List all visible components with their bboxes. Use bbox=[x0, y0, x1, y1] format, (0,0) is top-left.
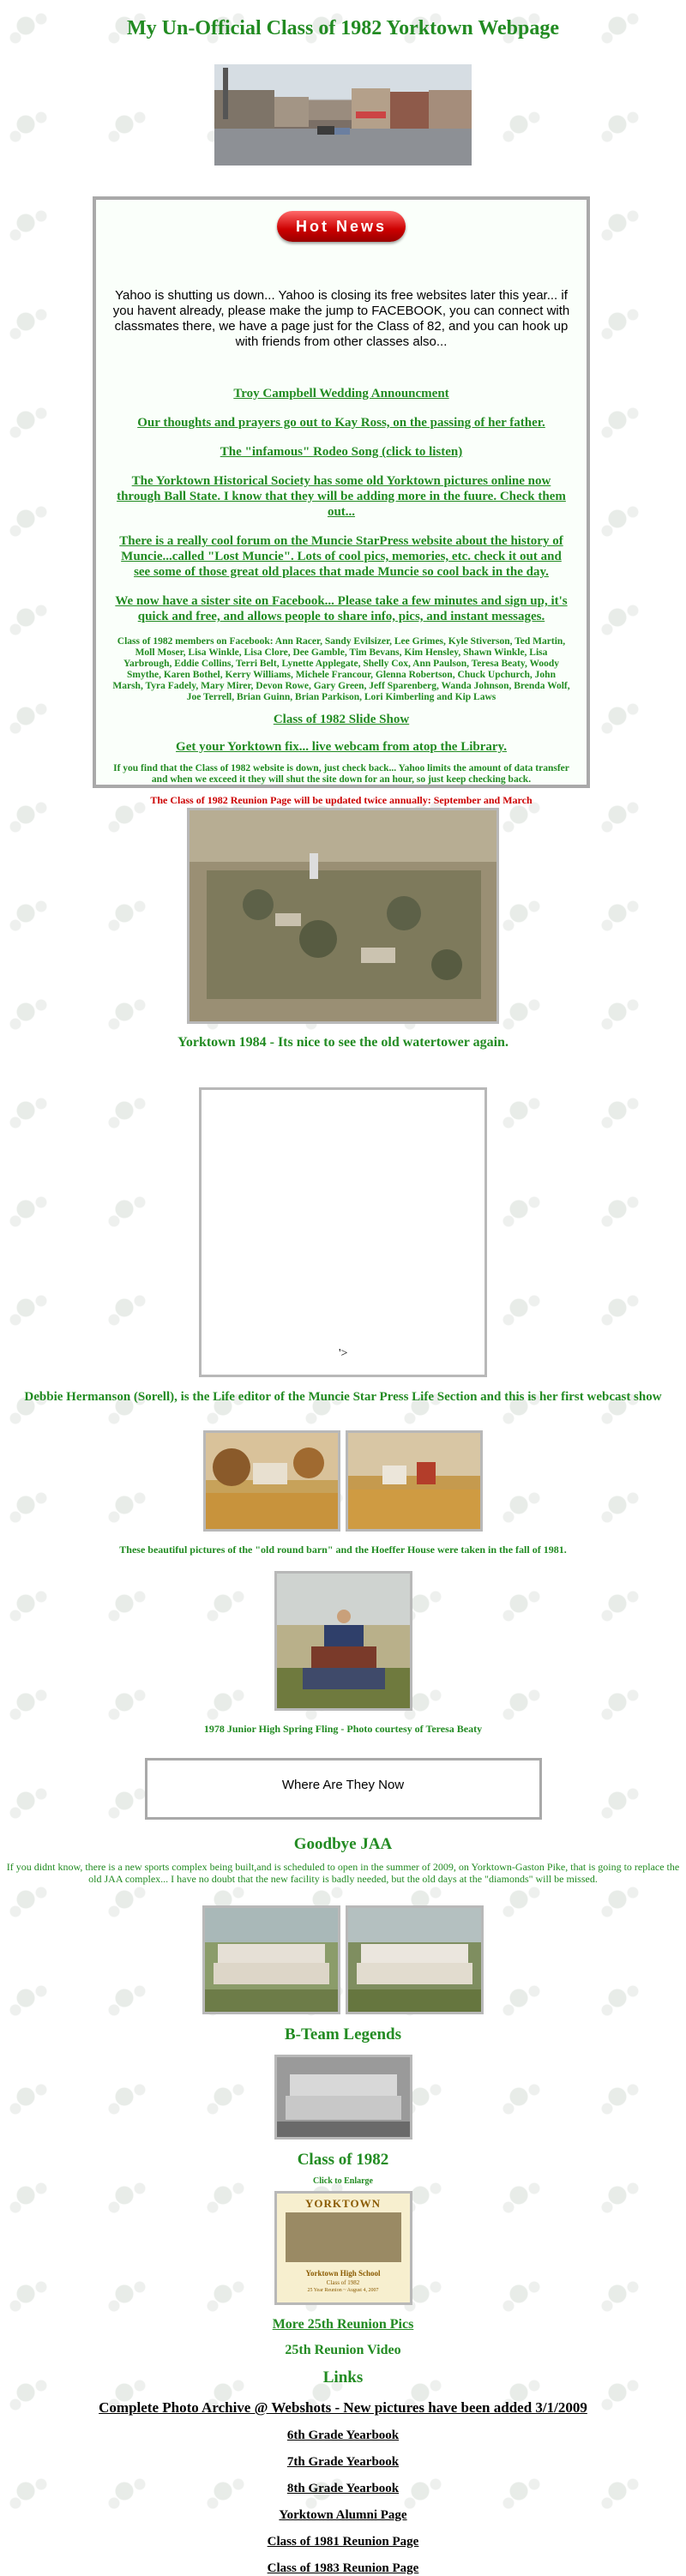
aerial-caption: Yorktown 1984 - Its nice to see the old … bbox=[178, 1035, 508, 1050]
photo-archive-link[interactable]: Complete Photo Archive @ Webshots - New … bbox=[0, 2399, 686, 2417]
reunion-video-label: 25th Reunion Video bbox=[285, 2343, 401, 2357]
webcast-caption: Debbie Hermanson (Sorell), is the Life e… bbox=[24, 1390, 662, 1404]
jaa-heading: Goodbye JAA bbox=[293, 1835, 393, 1853]
more-reunion-pics-link[interactable]: More 25th Reunion Pics bbox=[15, 2317, 671, 2332]
barn-caption: These beautiful pictures of the "old rou… bbox=[119, 1544, 567, 1556]
photo-title-text: YORKTOWN bbox=[305, 2197, 381, 2210]
6th-grade-yearbook-link[interactable]: 6th Grade Yearbook bbox=[0, 2429, 686, 2443]
page-title: My Un-Official Class of 1982 Yorktown We… bbox=[127, 17, 559, 39]
spring-fling-photo[interactable] bbox=[274, 1571, 412, 1711]
class-1981-reunion-link[interactable]: Class of 1981 Reunion Page bbox=[0, 2535, 686, 2549]
class-heading: Class of 1982 bbox=[297, 2151, 389, 2169]
jaa-section: Goodbye JAA If you didnt know, there is … bbox=[0, 1835, 686, 1885]
aerial-photo bbox=[187, 808, 499, 1024]
team-photo-left[interactable] bbox=[202, 1905, 340, 2014]
team-photo-right[interactable] bbox=[346, 1905, 484, 2014]
main-street-photo bbox=[214, 64, 472, 166]
barn-section: These beautiful pictures of the "old rou… bbox=[0, 1430, 686, 1556]
8th-grade-yearbook-link[interactable]: 8th Grade Yearbook bbox=[0, 2482, 686, 2496]
hoeffer-house-photo[interactable] bbox=[203, 1430, 340, 1532]
facebook-members-list: Class of 1982 members on Facebook: Ann R… bbox=[112, 636, 570, 702]
spring-fling-caption: 1978 Junior High Spring Fling - Photo co… bbox=[203, 1723, 483, 1735]
reunion-group-image bbox=[285, 2212, 401, 2262]
hot-news-badge: Hot News bbox=[277, 211, 406, 242]
photo-school-text: Yorktown High School bbox=[305, 2269, 381, 2278]
yahoo-shutdown-notice: Yahoo is shutting us down... Yahoo is cl… bbox=[112, 288, 570, 349]
7th-grade-yearbook-link[interactable]: 7th Grade Yearbook bbox=[0, 2455, 686, 2470]
jaa-text: If you didnt know, there is a new sports… bbox=[6, 1861, 680, 1885]
class-photo-section: Class of 1982 Click to Enlarge YORKTOWN … bbox=[0, 2151, 686, 2305]
facebook-sister-site-link[interactable]: We now have a sister site on Facebook...… bbox=[111, 593, 571, 624]
wedding-announcement-link[interactable]: Troy Campbell Wedding Announcment bbox=[111, 386, 571, 401]
kay-ross-notice-link[interactable]: Our thoughts and prayers go out to Kay R… bbox=[111, 415, 571, 430]
rodeo-song-link[interactable]: The "infamous" Rodeo Song (click to list… bbox=[111, 444, 571, 460]
class-reunion-photo[interactable]: YORKTOWN Yorktown High School Class of 1… bbox=[274, 2191, 412, 2305]
links-heading: Links bbox=[322, 2368, 364, 2386]
where-are-they-now-label: Where Are They Now bbox=[281, 1778, 405, 1792]
webcast-stray-text: '> bbox=[339, 1347, 348, 1360]
reunion-links-section: More 25th Reunion Pics 25th Reunion Vide… bbox=[0, 2317, 686, 2358]
click-to-enlarge-label: Click to Enlarge bbox=[313, 2176, 373, 2186]
bteam-photo[interactable] bbox=[274, 2055, 412, 2140]
webcast-frame[interactable]: '> bbox=[199, 1087, 487, 1377]
class-1983-reunion-link[interactable]: Class of 1983 Reunion Page bbox=[0, 2561, 686, 2576]
bteam-heading: B-Team Legends bbox=[284, 2025, 401, 2043]
hot-news-box: Hot News Yahoo is shutting us down... Ya… bbox=[93, 196, 590, 806]
webcam-link[interactable]: Get your Yorktown fix... live webcam fro… bbox=[111, 739, 571, 755]
webcast-section: '> Debbie Hermanson (Sorell), is the Lif… bbox=[0, 1087, 686, 1405]
alumni-page-link[interactable]: Yorktown Alumni Page bbox=[0, 2508, 686, 2523]
site-down-note: If you find that the Class of 1982 websi… bbox=[113, 763, 569, 785]
slide-show-link[interactable]: Class of 1982 Slide Show bbox=[111, 712, 571, 727]
photo-reunion-text: 25 Year Reunion ~ August 4, 2007 bbox=[307, 2288, 379, 2293]
bteam-section: B-Team Legends bbox=[0, 2025, 686, 2140]
reunion-update-note: The Class of 1982 Reunion Page will be u… bbox=[150, 794, 533, 806]
historical-society-link[interactable]: The Yorktown Historical Society has some… bbox=[111, 473, 571, 520]
where-section: Where Are They Now bbox=[0, 1758, 686, 1820]
links-section: Links Complete Photo Archive @ Webshots … bbox=[0, 2368, 686, 2576]
round-barn-photo[interactable] bbox=[346, 1430, 483, 1532]
photo-class-text: Class of 1982 bbox=[326, 2279, 360, 2286]
where-are-they-now-box[interactable]: Where Are They Now bbox=[144, 1758, 542, 1820]
lost-muncie-link[interactable]: There is a really cool forum on the Munc… bbox=[111, 533, 571, 580]
aerial-section: Yorktown 1984 - Its nice to see the old … bbox=[0, 808, 686, 1050]
jaa-photos bbox=[0, 1905, 686, 2014]
spring-fling-section: 1978 Junior High Spring Fling - Photo co… bbox=[0, 1571, 686, 1736]
